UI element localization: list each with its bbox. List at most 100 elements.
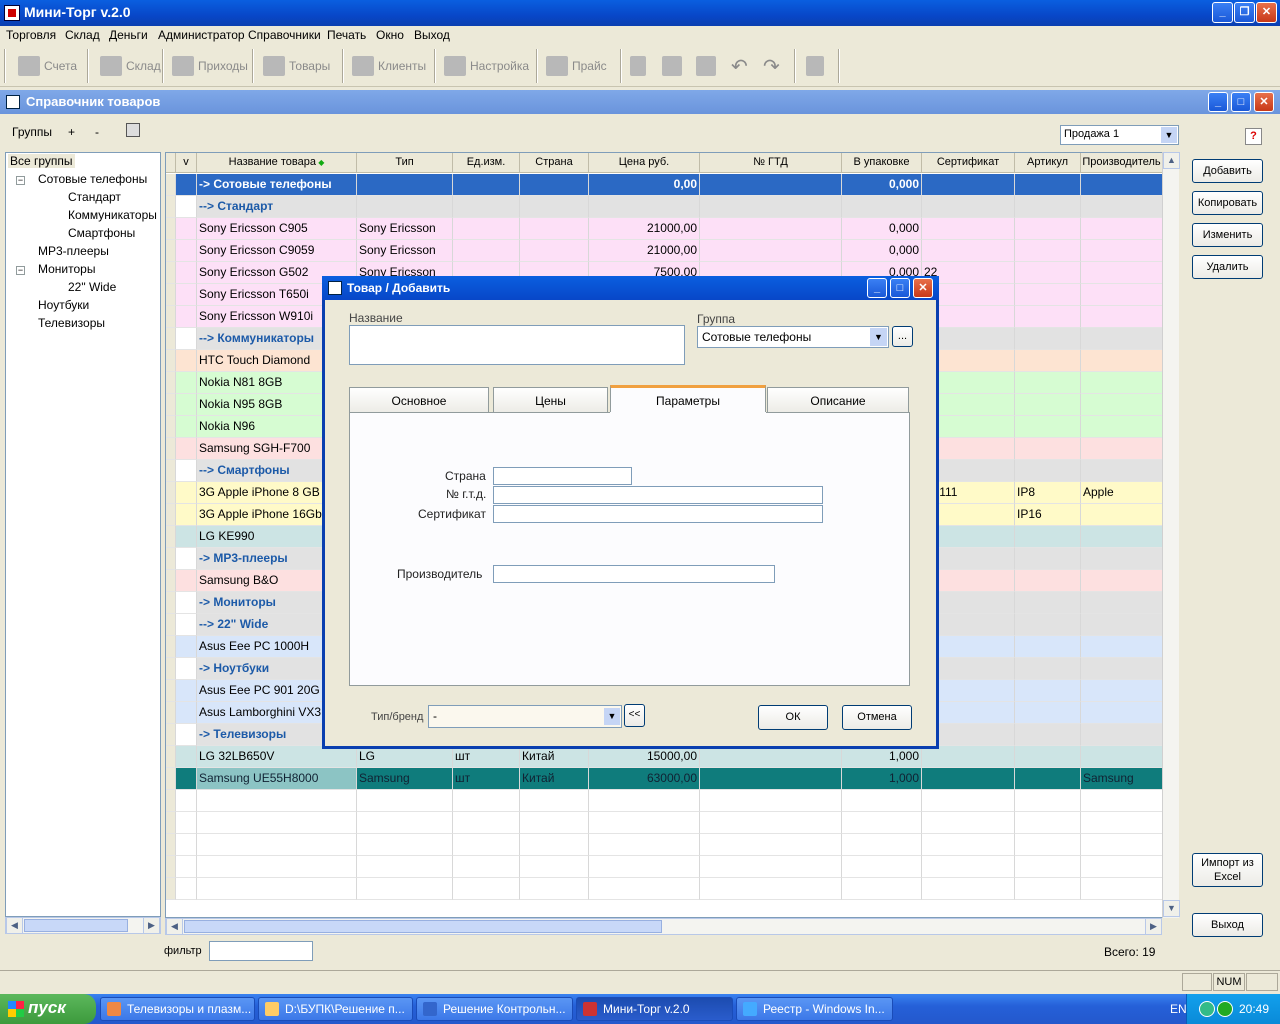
row-indicator-cell[interactable] [176,834,197,856]
table-cell[interactable] [589,856,700,878]
tree-item[interactable]: Смартфоны [68,226,135,240]
table-cell[interactable]: IP16 [1015,504,1081,526]
tree-item[interactable]: Мониторы [38,262,95,276]
menu-trade[interactable]: Торговля [6,28,56,42]
exit-button[interactable]: Выход [1192,913,1263,937]
table-cell[interactable]: 21000,00 [589,240,700,262]
table-cell[interactable] [1081,306,1163,328]
table-cell[interactable] [1015,724,1081,746]
table-cell[interactable] [1081,460,1163,482]
table-cell[interactable] [1015,196,1081,218]
row-indicator-cell[interactable] [166,306,176,328]
table-cell[interactable] [1081,592,1163,614]
table-cell[interactable]: 1,000 [842,768,922,790]
row-indicator-cell[interactable] [176,306,197,328]
table-cell[interactable] [520,878,589,900]
toolbar-pricelist-button[interactable]: Прайс [546,51,607,81]
tree-item[interactable]: Сотовые телефоны [38,172,147,186]
row-indicator-cell[interactable] [166,372,176,394]
table-cell[interactable] [1015,790,1081,812]
table-cell[interactable] [1015,394,1081,416]
row-indicator-cell[interactable] [176,504,197,526]
table-cell[interactable] [1015,746,1081,768]
table-cell[interactable] [922,878,1015,900]
table-cell[interactable] [357,812,453,834]
redo-button[interactable]: ↷ [763,51,780,81]
import-excel-button[interactable]: Импорт из Excel [1192,853,1263,887]
table-cell[interactable] [842,790,922,812]
row-indicator-cell[interactable] [176,790,197,812]
table-cell[interactable] [1015,372,1081,394]
grid-hscrollbar[interactable]: ◀ ▶ [165,918,1162,935]
row-indicator-cell[interactable] [176,680,197,702]
grid-vscrollbar[interactable]: ▲ ▼ [1162,152,1180,918]
table-cell[interactable] [197,834,357,856]
table-cell[interactable]: Sony Ericsson [357,218,453,240]
row-indicator-cell[interactable] [176,416,197,438]
column-header[interactable]: Ед.изм. [453,153,520,173]
task-minitorg[interactable]: Мини-Торг v.2.0 [576,997,733,1021]
table-cell[interactable]: Китай [520,768,589,790]
table-cell[interactable] [700,768,842,790]
tree-item[interactable]: Ноутбуки [38,298,89,312]
help-button[interactable]: ? [1245,128,1262,145]
table-cell[interactable] [1081,284,1163,306]
table-cell[interactable] [700,878,842,900]
row-indicator-cell[interactable] [176,284,197,306]
table-cell[interactable] [1081,724,1163,746]
table-cell[interactable]: 15000,00 [589,746,700,768]
tab-prices[interactable]: Цены [493,387,608,414]
table-cell[interactable] [520,240,589,262]
table-cell[interactable]: Sony Ericsson C9059 [197,240,357,262]
column-header[interactable]: Название товара ◆ [197,153,357,173]
column-header[interactable]: Сертификат [922,153,1015,173]
menu-admin[interactable]: Администратор [158,28,245,42]
table-cell[interactable] [1015,592,1081,614]
table-cell[interactable] [1081,174,1163,196]
table-cell[interactable] [1015,438,1081,460]
toolbar-invoices-button[interactable]: Счета [18,51,77,81]
toolbar-warehouse-button[interactable]: Склад [100,51,161,81]
book-button[interactable] [806,51,824,81]
table-cell[interactable] [1081,350,1163,372]
table-cell[interactable] [922,768,1015,790]
table-cell[interactable] [520,790,589,812]
country-input[interactable] [493,467,632,485]
dialog-maximize-button[interactable]: □ [890,278,910,298]
name-input[interactable] [349,325,685,365]
tray-expand-icon[interactable] [1199,1001,1215,1017]
table-cell[interactable] [1015,526,1081,548]
scroll-left-icon[interactable]: ◀ [166,918,183,935]
row-indicator-cell[interactable] [166,768,176,790]
table-cell[interactable] [520,834,589,856]
task-ie[interactable]: Реестр - Windows In... [736,997,893,1021]
table-cell[interactable] [1015,174,1081,196]
table-cell[interactable] [357,856,453,878]
row-indicator-cell[interactable] [176,460,197,482]
browse-group-button[interactable]: ... [892,326,913,347]
table-cell[interactable] [1015,856,1081,878]
row-indicator-cell[interactable] [176,482,197,504]
table-cell[interactable] [700,834,842,856]
dialog-minimize-button[interactable]: _ [867,278,887,298]
table-cell[interactable]: -> Сотовые телефоны [197,174,357,196]
row-indicator-cell[interactable] [166,790,176,812]
undo-button[interactable]: ↶ [731,51,748,81]
row-indicator-cell[interactable] [176,702,197,724]
start-button[interactable]: пуск [0,994,96,1024]
table-cell[interactable] [1015,812,1081,834]
remove-group-button[interactable]: - [95,125,99,139]
column-header[interactable]: Артикул [1015,153,1081,173]
row-indicator-cell[interactable] [176,570,197,592]
column-header[interactable]: Цена руб. [589,153,700,173]
ok-button[interactable]: ОК [758,705,828,730]
table-cell[interactable] [197,812,357,834]
tree-item[interactable]: Все группы [8,154,75,168]
cut-button[interactable] [630,51,646,81]
close-button[interactable]: ✕ [1256,2,1277,23]
table-cell[interactable]: LG 32LB650V [197,746,357,768]
table-cell[interactable]: LG [357,746,453,768]
menu-references[interactable]: Справочники [248,28,321,42]
table-cell[interactable] [589,790,700,812]
table-cell[interactable] [520,196,589,218]
